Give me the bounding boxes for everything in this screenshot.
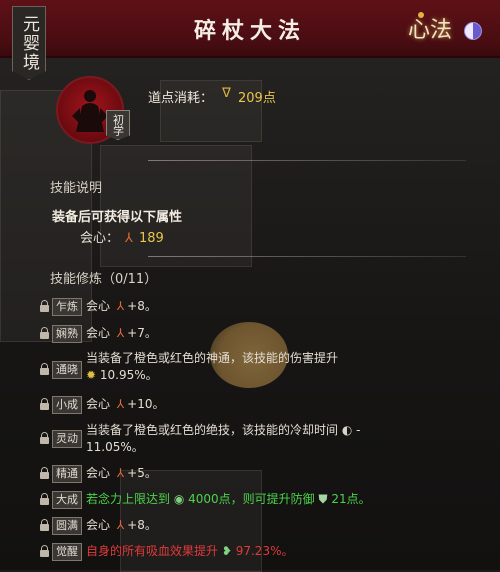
level-tag: 精通 [52,465,82,483]
level-tag: 圆满 [52,517,82,535]
row-text: 会心 ⅄ +5。 [86,466,157,480]
lock-icon [40,493,49,505]
heart-icon: ❥ [221,544,232,558]
crit-icon: ⅄ [116,518,125,532]
row-text: 若念力上限达到 ◉ 4000点，则可提升防御 ⛊ 21点。 [86,492,371,506]
divider [148,160,466,161]
rank-badge: 初学 [106,110,130,140]
row-text: 会心 ⅄ +8。 [86,518,157,532]
description-line: 装备后可获得以下属性 [52,210,183,225]
eye-icon: ◉ [173,492,185,506]
moon-icon: ◐ [341,423,353,437]
level-tag: 灵动 [52,430,82,448]
level-tag: 娴熟 [52,325,82,343]
xinfa-badge: 心法 [407,18,452,43]
attribute-label: 会心： [80,231,120,246]
attribute-value: 189 [138,231,164,246]
shield-icon: ⛊ [318,492,328,506]
cultivation-title: 技能修炼（0/11） [50,272,158,287]
row-text: 自身的所有吸血效果提升 ❥ 97.23%。 [86,544,294,558]
crit-icon: ⅄ [116,299,125,313]
lock-icon [40,363,49,375]
yinyang-icon[interactable] [464,22,482,40]
lock-icon [40,327,49,339]
row-text: 当装备了橙色或红色的神通，该技能的伤害提升 ✹ 10.95%。 [86,351,339,382]
divider [148,256,466,257]
cost-label: 道点消耗： [148,91,214,106]
level-tag: 觉醒 [52,543,82,561]
lock-icon [40,467,49,479]
crit-icon: ⅄ [116,326,125,340]
crit-icon: ⅄ [116,466,125,480]
row-text: 会心 ⅄ +10。 [86,397,165,411]
cost-value: 209点 [238,91,276,106]
row-text: 当装备了橙色或红色的绝技，该技能的冷却时间 ◐ -11.05%。 [86,423,361,454]
sun-icon: ✹ [86,368,97,382]
lock-icon [40,398,49,410]
dao-point-icon: ᐁ [222,86,231,101]
crit-icon: ⅄ [125,231,133,246]
level-tag: 大成 [52,491,82,509]
level-tag: 乍炼 [52,298,82,316]
lock-icon [40,432,49,444]
lock-icon [40,300,49,312]
row-text: 会心 ⅄ +8。 [86,299,157,313]
level-tag: 通晓 [52,361,82,379]
crit-icon: ⅄ [116,397,125,411]
lock-icon [40,519,49,531]
lock-icon [40,545,49,557]
attribute-line: 会心： ⅄ 189 [80,227,164,246]
row-text: 会心 ⅄ +7。 [86,326,157,340]
level-tag: 小成 [52,396,82,414]
description-title: 技能说明 [50,181,103,196]
